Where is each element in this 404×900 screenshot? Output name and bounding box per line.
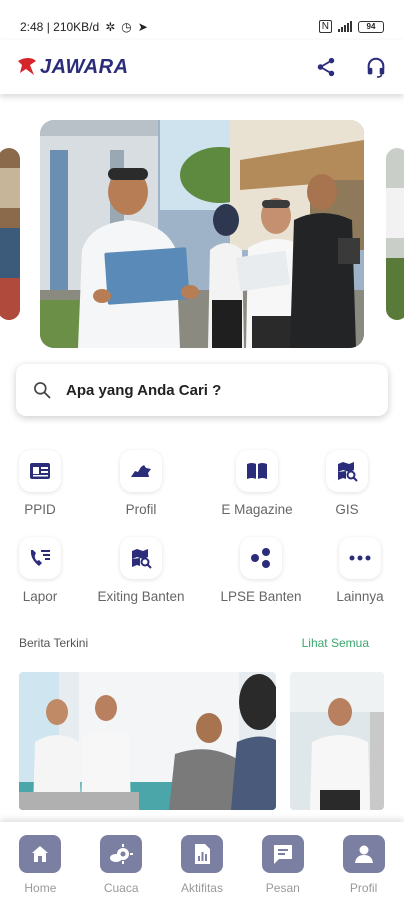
search-icon [34,382,51,399]
book-icon [236,450,278,492]
app-header: JAWARA [0,40,404,94]
menu-label: Profil [125,502,157,517]
headset-icon[interactable] [364,55,388,79]
menu-label: LPSE Banten [220,589,302,604]
menu-label: Lainnya [336,589,384,604]
search-placeholder: Apa yang Anda Cari ? [66,381,222,399]
logo-mark-icon [18,58,36,75]
menu-item-profil[interactable]: Profil [86,450,196,517]
banner-photo [40,120,364,348]
phone-list-icon [19,537,61,579]
header-actions [314,55,388,79]
map-search-icon [120,537,162,579]
message-icon [261,835,304,873]
banner-carousel[interactable] [0,120,404,350]
map-search-icon [326,450,368,492]
home-icon [19,835,62,873]
status-right: N 94 [318,13,384,40]
menu-label: PPID [24,502,56,517]
menu-label: E Magazine [221,502,293,517]
status-left: 2:48 | 210KB/d ✲ ◷ ➤ [20,13,148,40]
share-icon[interactable] [314,55,338,79]
menu-label: Lapor [22,589,58,604]
status-time: 2:48 | 210KB/d [20,19,100,34]
menu-label: GIS [335,502,359,517]
signal-icon [338,21,352,32]
nav-label: Cuaca [103,881,139,895]
menu-item-lainnya[interactable]: Lainnya [305,537,404,604]
network-icon [240,537,282,579]
carousel-slide-prev[interactable] [0,148,20,320]
battery-level: 94 [366,21,376,31]
battery-icon: 94 [358,20,384,33]
weather-icon [100,835,143,873]
app-logo[interactable]: JAWARA [16,55,129,79]
news-card[interactable] [19,672,276,810]
telegram-icon: ➤ [137,19,148,34]
nav-label: Home [24,881,57,895]
nav-label: Aktifitas [180,881,223,895]
menu-item-lpse-banten[interactable]: LPSE Banten [206,537,316,604]
nav-item-home[interactable]: Home [10,835,70,900]
user-icon [342,835,385,873]
sim-icon: N [318,20,332,33]
nav-label: Profil [349,881,378,895]
news-section-title: Berita Terkini [19,636,89,650]
menu-item-exiting-banten[interactable]: Exiting Banten [86,537,196,604]
more-icon [339,537,381,579]
logo-text: JAWARA [40,55,129,78]
map-profile-icon [120,450,162,492]
nav-item-profil[interactable]: Profil [334,835,394,900]
menu-item-lapor[interactable]: Lapor [0,537,95,604]
status-bar: 2:48 | 210KB/d ✲ ◷ ➤ N 94 [0,0,404,40]
carousel-slide-next[interactable] [386,148,404,320]
activity-icon [180,835,223,873]
menu-item-ppid[interactable]: PPID [0,450,95,517]
search-input[interactable]: Apa yang Anda Cari ? [16,364,388,416]
news-photo [290,672,384,810]
bottom-navigation: Home Cuaca Aktifitas Pesan Profil [0,822,404,900]
see-all-link[interactable]: Lihat Semua [302,636,369,650]
news-photo [19,672,276,810]
menu-label: Exiting Banten [97,589,185,604]
mute-icon: ✲ [105,19,116,34]
menu-item-gis[interactable]: GIS [292,450,402,517]
news-header: Berita Terkini Lihat Semua [19,636,369,650]
news-card[interactable] [290,672,384,810]
nav-label: Pesan [265,881,300,895]
alarm-icon: ◷ [121,19,132,34]
nav-item-aktifitas[interactable]: Aktifitas [172,835,232,900]
nav-item-cuaca[interactable]: Cuaca [91,835,151,900]
nav-item-pesan[interactable]: Pesan [253,835,313,900]
carousel-slide-active[interactable] [40,120,364,348]
id-card-icon [19,450,61,492]
